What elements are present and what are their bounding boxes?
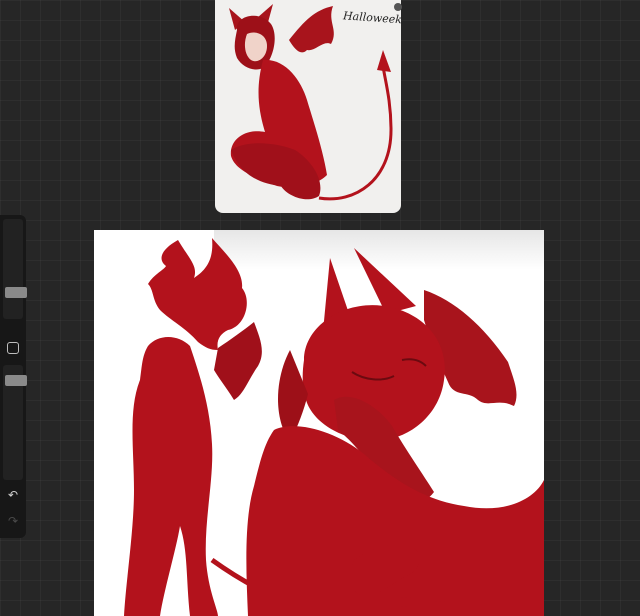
drawing-canvas[interactable] — [94, 230, 544, 616]
brush-opacity-slider[interactable] — [3, 365, 27, 480]
left-sidebar: ↶ ↷ — [0, 215, 27, 538]
redo-arrow-icon[interactable]: ↷ — [4, 513, 22, 529]
brush-size-slider[interactable] — [3, 219, 27, 319]
undo-arrow-icon[interactable]: ↶ — [4, 487, 22, 503]
brush-size-thumb[interactable] — [5, 287, 27, 298]
reference-artwork — [229, 4, 393, 201]
brush-opacity-thumb[interactable] — [5, 375, 27, 386]
canvas-artwork — [124, 230, 544, 616]
square-outline-icon[interactable] — [7, 342, 19, 354]
reference-close-handle[interactable] — [394, 3, 402, 11]
reference-window[interactable]: Halloweek #4 — [215, 0, 401, 213]
